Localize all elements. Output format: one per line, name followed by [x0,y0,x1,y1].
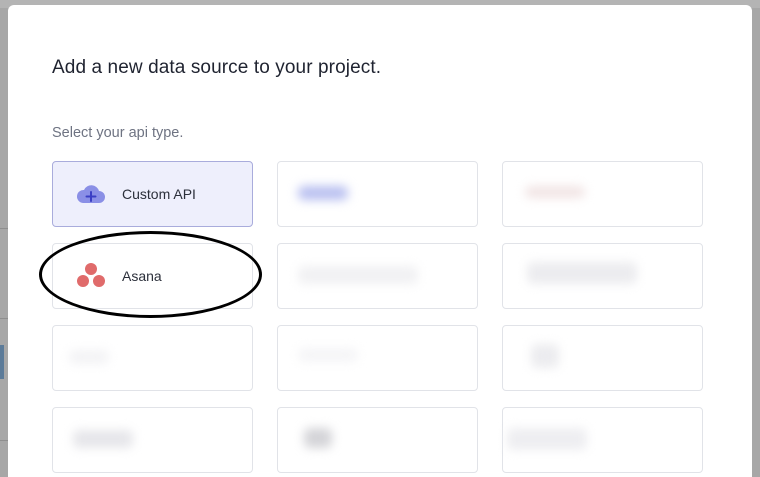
api-type-custom-api[interactable]: Custom API [52,161,253,227]
card-label: Custom API [122,186,196,202]
blurred-content [531,344,559,368]
blurred-content [298,186,348,200]
blurred-content [298,266,418,284]
api-type-card[interactable] [277,243,478,309]
api-type-card[interactable] [277,161,478,227]
background-accent [0,345,4,379]
card-label: Asana [122,268,162,284]
api-type-card[interactable] [502,407,703,473]
modal-subtitle: Select your api type. [52,125,184,141]
blurred-content [304,428,332,448]
api-type-card[interactable] [277,325,478,391]
blurred-content [69,350,109,364]
blurred-content [525,186,585,198]
api-type-card[interactable] [52,325,253,391]
api-type-card[interactable] [277,407,478,473]
blurred-content [527,262,637,284]
api-type-asana[interactable]: Asana [52,243,253,309]
asana-logo-icon [74,259,108,293]
api-type-card[interactable] [502,161,703,227]
api-type-card[interactable] [502,325,703,391]
add-data-source-modal: Add a new data source to your project. S… [8,5,752,477]
blurred-content [73,430,133,448]
api-type-card[interactable] [502,243,703,309]
cloud-plus-icon [74,177,108,211]
modal-title: Add a new data source to your project. [52,57,382,78]
api-type-card[interactable] [52,407,253,473]
blurred-content [298,348,358,362]
blurred-content [507,428,587,450]
